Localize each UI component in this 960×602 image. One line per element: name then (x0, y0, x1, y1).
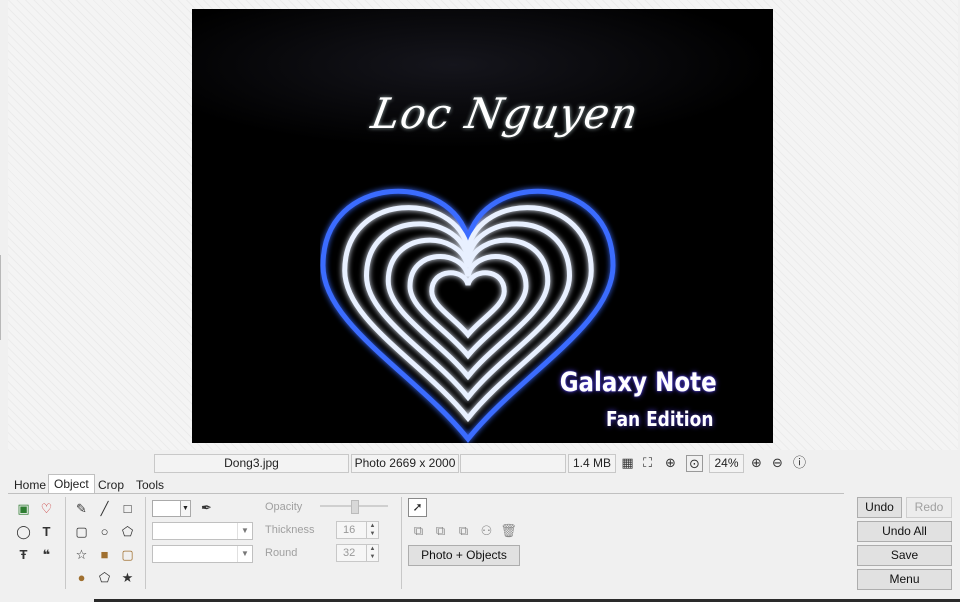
line-style-combo[interactable]: ▼ (152, 522, 253, 540)
fit-to-window-icon[interactable]: ⛶ (640, 455, 655, 470)
group-objects-icon[interactable]: ⚇ (478, 522, 495, 539)
photo-title-text: Loc Nguyen (367, 89, 643, 138)
zoom-level[interactable]: 24% (709, 454, 744, 473)
status-filename: Dong3.jpg (154, 454, 349, 473)
filled-star-tool-icon[interactable]: ★ (119, 569, 136, 586)
status-empty (460, 454, 566, 473)
undo-all-button[interactable]: Undo All (857, 521, 952, 542)
heart-graphic (320, 188, 616, 443)
status-dimensions: Photo 2669 x 2000 (351, 454, 459, 473)
tab-home[interactable]: Home (8, 475, 52, 495)
color-dropdown-arrow[interactable]: ▼ (180, 500, 191, 517)
opacity-label: Opacity (265, 501, 303, 513)
save-button[interactable]: Save (857, 545, 952, 566)
separator (401, 497, 402, 589)
chevron-down-icon: ▼ (237, 546, 252, 562)
insert-sticker-icon[interactable]: ♡ (38, 500, 55, 517)
stepper-arrows-icon[interactable]: ▲ ▼ (366, 545, 378, 561)
duplicate-object-icon[interactable]: ⧉ (455, 522, 472, 539)
round-value: 32 (343, 547, 356, 559)
undo-button[interactable]: Undo (857, 497, 902, 518)
delete-object-icon[interactable]: 🗑 (500, 522, 517, 539)
heart-ring (429, 270, 507, 339)
separator (145, 497, 146, 589)
info-icon[interactable]: ⓘ (792, 455, 807, 470)
thickness-value: 16 (343, 524, 356, 536)
line-tool-icon[interactable]: ╱ (96, 500, 113, 517)
text-tool-icon[interactable]: T (38, 523, 55, 540)
filled-rounded-rectangle-tool-icon[interactable]: ▢ (119, 546, 136, 563)
filled-ellipse-tool-icon[interactable]: ● (73, 569, 90, 586)
status-bar: Dong3.jpg Photo 2669 x 2000 1.4 MB ▦ ⛶ ⊕… (0, 450, 960, 476)
opacity-slider-thumb[interactable] (351, 500, 359, 514)
chevron-down-icon: ▼ (237, 523, 252, 539)
ellipse-tool-icon[interactable]: ○ (96, 523, 113, 540)
photo-preview[interactable]: Loc Nguyen Galaxy Note Fan Edition (192, 9, 773, 443)
text-box-icon[interactable]: Ŧ (15, 546, 32, 563)
fill-style-combo[interactable]: ▼ (152, 545, 253, 563)
freehand-draw-icon[interactable]: ✎ (73, 500, 90, 517)
heart-ring (407, 253, 529, 360)
zoom-fit-icon[interactable]: ⊕ (663, 455, 678, 470)
status-filesize: 1.4 MB (568, 454, 616, 473)
separator (65, 497, 66, 589)
star-tool-icon[interactable]: ☆ (73, 546, 90, 563)
insert-image-icon[interactable]: ▣ (15, 500, 32, 517)
pentagon-tool-icon[interactable]: ⬠ (119, 523, 136, 540)
left-resize-grip[interactable] (0, 255, 4, 340)
thickness-label: Thickness (265, 524, 315, 536)
photo-subtitle-text: Fan Edition (605, 407, 713, 431)
rectangle-tool-icon[interactable]: □ (119, 500, 136, 517)
menu-button[interactable]: Menu (857, 569, 952, 590)
bring-to-front-icon[interactable]: ⧉ (410, 522, 427, 539)
zoom-actual-icon[interactable]: ⊙ (686, 455, 703, 472)
stepper-arrows-icon[interactable]: ▲ ▼ (366, 522, 378, 538)
tab-crop[interactable]: Crop (92, 475, 130, 495)
zoom-out-icon[interactable]: ⊖ (770, 455, 785, 470)
filled-pentagon-tool-icon[interactable]: ⬠ (96, 569, 113, 586)
quote-icon[interactable]: ❝ (38, 546, 55, 563)
round-label: Round (265, 547, 298, 559)
filled-rectangle-tool-icon[interactable]: ■ (96, 546, 113, 563)
photo-brand-text: Galaxy Note (560, 367, 717, 398)
select-pointer-icon[interactable]: ➚ (408, 498, 427, 517)
photo-objects-button[interactable]: Photo + Objects (408, 545, 520, 566)
transparency-grid-icon[interactable]: ▦ (620, 455, 635, 470)
speech-bubble-icon[interactable]: ◯ (15, 523, 32, 540)
send-to-back-icon[interactable]: ⧉ (432, 522, 449, 539)
tab-tools[interactable]: Tools (130, 475, 170, 495)
zoom-in-icon[interactable]: ⊕ (749, 455, 764, 470)
redo-button[interactable]: Redo (906, 497, 952, 518)
round-stepper[interactable]: 32 ▲ ▼ (336, 544, 379, 562)
eyedropper-icon[interactable]: ✒ (198, 499, 215, 516)
rounded-rectangle-tool-icon[interactable]: ▢ (73, 523, 90, 540)
thickness-stepper[interactable]: 16 ▲ ▼ (336, 521, 379, 539)
